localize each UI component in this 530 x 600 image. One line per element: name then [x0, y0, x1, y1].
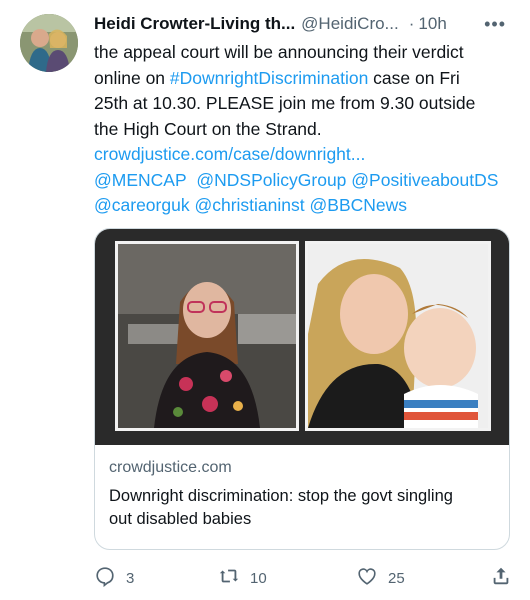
tweet-text: the appeal court will be announcing thei… [94, 40, 514, 219]
share-button[interactable] [490, 566, 522, 590]
tweet-text-segment: case on Fri [368, 67, 460, 88]
tweet-line: the appeal court will be announcing thei… [94, 42, 464, 62]
reply-button[interactable]: 3 [94, 566, 134, 590]
mention-link[interactable]: @christianinst [194, 195, 304, 215]
tweet-text-segment: online on [94, 67, 170, 88]
reply-count: 3 [126, 569, 135, 587]
tweet-header: Heidi Crowter-Living th... @HeidiCro... … [94, 10, 514, 38]
mention-link[interactable]: @NDSPolicyGroup [196, 170, 346, 190]
tweet-actions: 3 10 25 [94, 566, 514, 590]
card-meta: crowdjustice.com Downright discriminatio… [95, 445, 509, 543]
mention-link[interactable]: @PositiveaboutDS [351, 170, 498, 190]
card-title: Downright discrimination: stop the govt … [109, 485, 495, 531]
more-options-icon[interactable]: ••• [484, 10, 506, 38]
external-link[interactable]: crowdjustice.com/case/downright... [94, 144, 365, 164]
tweet-line: the High Court on the Strand. [94, 118, 322, 139]
retweet-button[interactable]: 10 [218, 566, 267, 590]
link-preview-card[interactable]: crowdjustice.com Downright discriminatio… [94, 228, 510, 550]
tweet-line: crowdjustice.com/case/downright... [94, 142, 514, 168]
like-button[interactable]: 25 [356, 566, 405, 590]
card-photo-left [115, 241, 299, 431]
author-avatar[interactable] [20, 14, 78, 72]
card-domain: crowdjustice.com [109, 459, 232, 476]
mention-link[interactable]: @MENCAP [94, 170, 187, 190]
mentions-line: @careorguk @christianinst @BBCNews [94, 193, 514, 219]
mention-link[interactable]: @BBCNews [310, 195, 408, 215]
retweet-icon [218, 565, 250, 591]
like-count: 25 [388, 569, 405, 587]
tweet-timestamp[interactable]: 10h [418, 14, 446, 34]
tweet-line: 25th at 10.30. PLEASE join me from 9.30 … [94, 93, 476, 113]
reply-icon [94, 565, 126, 591]
mention-link[interactable]: @careorguk [94, 195, 190, 215]
separator-dot: · [408, 14, 415, 33]
card-image[interactable] [95, 229, 509, 445]
mentions-line: @MENCAP @NDSPolicyGroup @PositiveaboutDS [94, 168, 514, 194]
share-icon [490, 565, 522, 591]
author-name[interactable]: Heidi Crowter-Living th... [94, 14, 295, 34]
card-title-line: Downright discrimination: stop the govt … [109, 487, 453, 505]
author-handle[interactable]: @HeidiCro... [301, 14, 399, 34]
retweet-count: 10 [250, 569, 267, 587]
hashtag-link[interactable]: #DownrightDiscrimination [170, 68, 368, 88]
tweet-line: online on #DownrightDiscrimination case … [94, 66, 514, 92]
card-title-line: out disabled babies [109, 510, 252, 528]
card-photo-right [305, 241, 491, 431]
heart-icon [356, 565, 388, 591]
